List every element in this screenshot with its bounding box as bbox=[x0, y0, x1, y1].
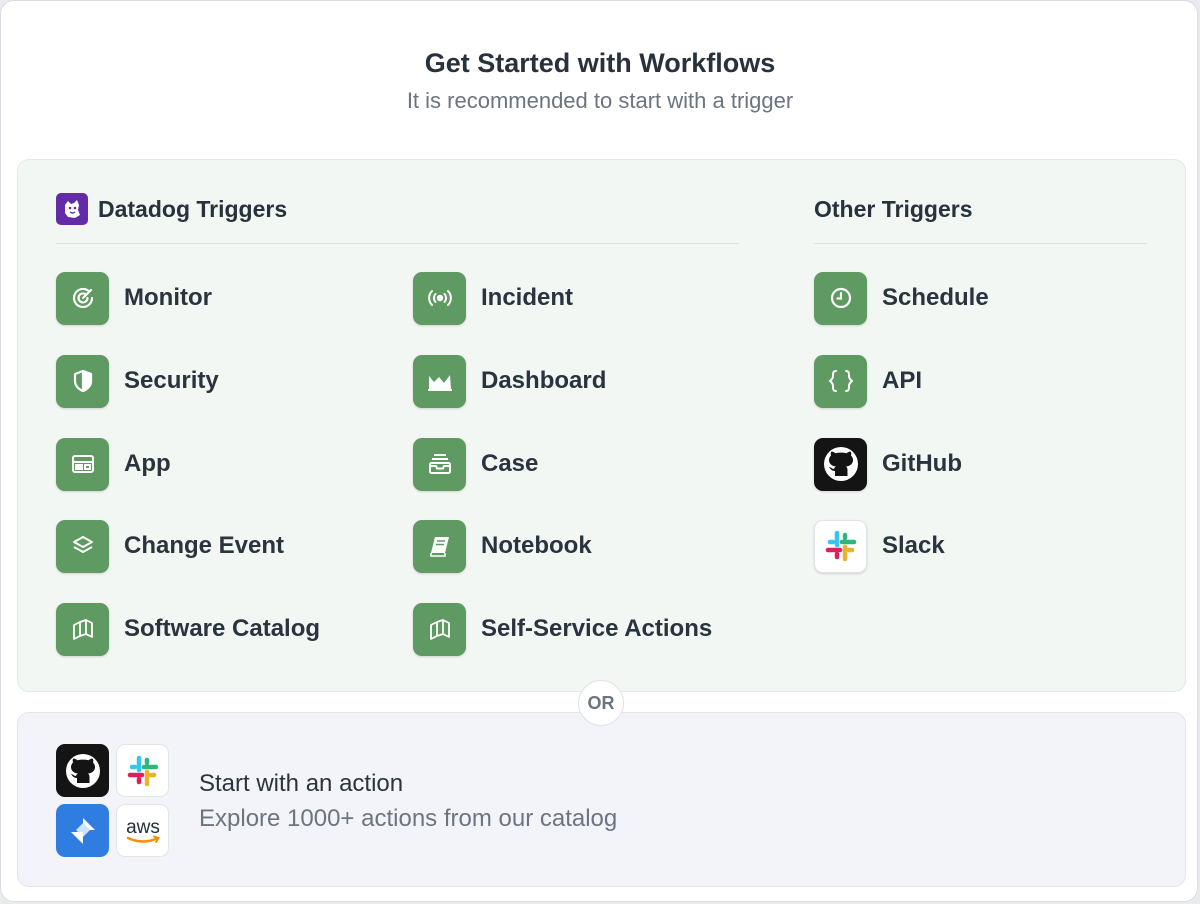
or-divider: OR bbox=[578, 680, 624, 726]
monitor-icon bbox=[56, 271, 109, 325]
trigger-software-catalog[interactable]: Software Catalog bbox=[56, 602, 320, 656]
trigger-app[interactable]: App bbox=[56, 437, 171, 491]
trigger-label: Security bbox=[124, 367, 219, 394]
other-triggers-divider bbox=[814, 243, 1147, 244]
action-title: Start with an action bbox=[199, 770, 404, 797]
dashboard-chart-icon bbox=[413, 354, 466, 408]
page-subtitle: It is recommended to start with a trigge… bbox=[406, 88, 794, 113]
trigger-label: App bbox=[124, 450, 171, 477]
other-triggers-heading: Other Triggers bbox=[814, 192, 972, 226]
change-event-layers-icon bbox=[56, 519, 109, 573]
jira-icon bbox=[56, 804, 109, 857]
aws-icon: aws bbox=[116, 804, 169, 857]
github-icon bbox=[814, 437, 867, 491]
aws-text: aws bbox=[126, 817, 160, 838]
clock-icon bbox=[814, 271, 867, 325]
github-icon bbox=[56, 744, 109, 797]
datadog-triggers-heading: Datadog Triggers bbox=[56, 192, 287, 226]
incident-icon bbox=[413, 271, 466, 325]
trigger-monitor[interactable]: Monitor bbox=[56, 271, 212, 325]
trigger-label: GitHub bbox=[882, 450, 962, 477]
trigger-slack[interactable]: Slack bbox=[814, 519, 945, 573]
trigger-change-event[interactable]: Change Event bbox=[56, 519, 284, 573]
software-catalog-icon bbox=[56, 602, 109, 656]
trigger-label: API bbox=[882, 367, 923, 394]
slack-icon bbox=[814, 519, 867, 573]
self-service-actions-icon bbox=[413, 602, 466, 656]
action-subtitle: Explore 1000+ actions from our catalog bbox=[199, 805, 618, 832]
security-shield-icon bbox=[56, 354, 109, 408]
trigger-label: Slack bbox=[882, 532, 945, 559]
trigger-label: Change Event bbox=[124, 532, 285, 559]
trigger-label: Software Catalog bbox=[124, 615, 321, 642]
notebook-icon bbox=[413, 519, 466, 573]
trigger-label: Notebook bbox=[481, 532, 592, 559]
trigger-self-service-actions[interactable]: Self-Service Actions bbox=[413, 602, 712, 656]
page-title: Get Started with Workflows bbox=[424, 48, 776, 78]
datadog-triggers-title: Datadog Triggers bbox=[98, 195, 288, 222]
slack-icon bbox=[116, 744, 169, 797]
start-with-action-card[interactable] bbox=[17, 712, 1186, 887]
datadog-triggers-divider bbox=[56, 243, 739, 244]
trigger-github[interactable]: GitHub bbox=[814, 437, 962, 491]
trigger-schedule[interactable]: Schedule bbox=[814, 271, 989, 325]
trigger-notebook[interactable]: Notebook bbox=[413, 519, 592, 573]
trigger-label: Case bbox=[481, 450, 539, 477]
trigger-incident[interactable]: Incident bbox=[413, 271, 573, 325]
trigger-api[interactable]: API bbox=[814, 354, 922, 408]
trigger-label: Dashboard bbox=[481, 367, 607, 394]
app-layout-icon bbox=[56, 437, 109, 491]
trigger-label: Monitor bbox=[124, 284, 212, 311]
trigger-label: Self-Service Actions bbox=[481, 615, 713, 642]
case-inbox-icon bbox=[413, 437, 466, 491]
other-triggers-title: Other Triggers bbox=[814, 195, 973, 222]
datadog-logo-icon bbox=[56, 193, 88, 225]
trigger-dashboard[interactable]: Dashboard bbox=[413, 354, 606, 408]
trigger-security[interactable]: Security bbox=[56, 354, 219, 408]
trigger-case[interactable]: Case bbox=[413, 437, 538, 491]
braces-icon bbox=[814, 354, 867, 408]
trigger-label: Schedule bbox=[882, 284, 989, 311]
trigger-label: Incident bbox=[481, 284, 574, 311]
